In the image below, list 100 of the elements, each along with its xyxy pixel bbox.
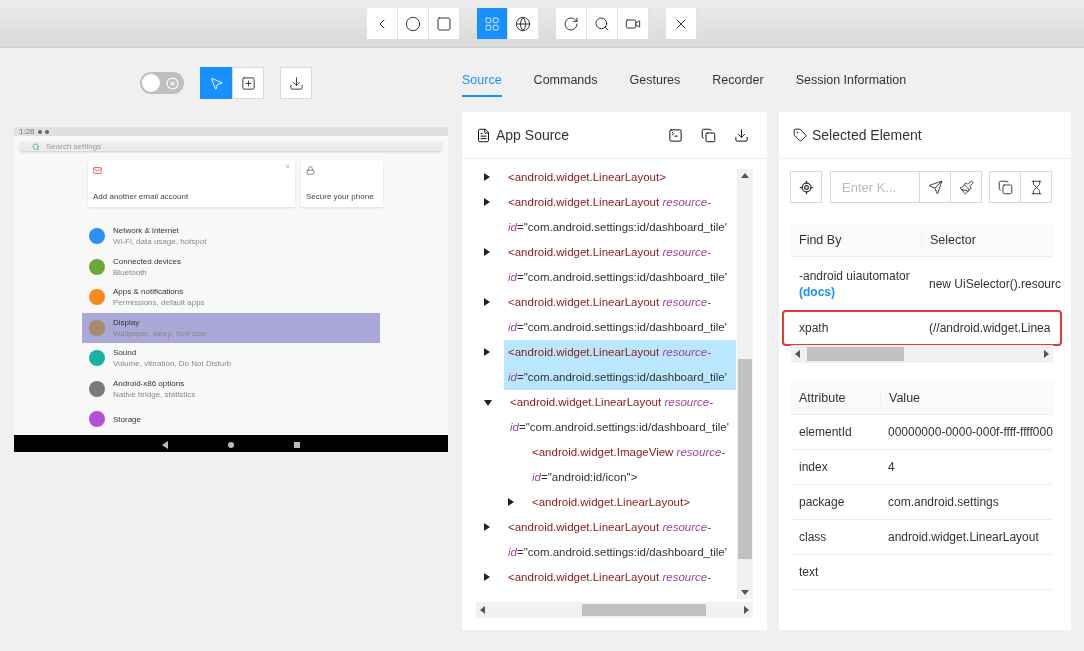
item-subtitle: Wallpaper, sleep, font size: [113, 328, 207, 338]
globe-icon: [515, 15, 531, 32]
caret-icon[interactable]: [484, 573, 490, 581]
tree-node[interactable]: <android.widget.LinearLayout resource-id="com.android.settings:id/dashboard_tile': [504, 340, 736, 390]
pointer-select-icon: [208, 75, 224, 91]
table-cell-text: -android uiautomator: [799, 268, 911, 283]
caret-icon[interactable]: [484, 348, 490, 356]
globe-button[interactable]: [508, 8, 539, 39]
tree-node[interactable]: <android.widget.LinearLayout resource-id="com.android.settings:id/dashboard_tile': [504, 190, 736, 240]
tree-node[interactable]: <android.widget.LinearLayout resource-id="com.android.settings:id/dashboard_tile': [504, 515, 736, 565]
tree-node[interactable]: <android.widget.LinearLayout resource-id="com.android.settings:id/dashboard_tile': [504, 290, 736, 340]
terminal-icon[interactable]: [668, 127, 683, 143]
table-cell-text: text: [798, 565, 820, 579]
caret-icon[interactable]: [508, 498, 514, 506]
column-header: Value: [880, 390, 1053, 405]
table-cell-text: elementId: [798, 425, 853, 439]
settings-item[interactable]: Android-x86 options Native bridge, statistics: [82, 373, 380, 404]
horizontal-scrollbar[interactable]: [791, 345, 1053, 363]
tab[interactable]: Commands: [533, 73, 598, 97]
search-icon: [594, 15, 610, 32]
table-cell-text: index: [798, 460, 829, 474]
close-circle-icon: [166, 76, 179, 90]
square-icon: [436, 15, 452, 32]
keys-input-field[interactable]: Enter K...: [830, 171, 920, 203]
caret-icon[interactable]: [484, 173, 490, 181]
download-icon: [288, 75, 304, 91]
brush-icon: [958, 179, 974, 195]
settings-item[interactable]: Apps & notifications Permissions, default apps: [82, 282, 380, 313]
locate-icon: [798, 179, 814, 195]
table-cell-text: 00000000-0000-000f-ffff-ffff000: [887, 425, 1053, 439]
caret-icon[interactable]: [484, 298, 490, 306]
panel-title: App Source: [496, 127, 571, 143]
table-cell-text: xpath: [798, 320, 830, 335]
tree-node[interactable]: <android.widget.LinearLayout>: [528, 490, 736, 515]
item-subtitle: Permissions, default apps: [113, 298, 205, 308]
home-icon: [405, 15, 421, 32]
column-header: Find By: [798, 232, 843, 247]
item-title: Sound: [113, 348, 138, 358]
mail-icon: [93, 166, 102, 175]
tab[interactable]: Recorder: [712, 73, 764, 97]
table-cell-text: class: [798, 530, 828, 544]
item-title: Display: [113, 317, 141, 327]
tree-node[interactable]: <android.widget.LinearLayout resource-: [504, 565, 736, 590]
tree-node[interactable]: <android.widget.LinearLayout resource-id="com.android.settings:id/dashboard_tile': [506, 390, 736, 440]
plus-square-icon: [240, 75, 256, 91]
caret-icon[interactable]: [484, 523, 490, 531]
lock-icon: [306, 166, 315, 175]
table-cell-text: 4: [887, 460, 896, 474]
settings-item[interactable]: Network & internet Wi-Fi, data usage, hotspot: [82, 221, 380, 252]
locate-button[interactable]: [790, 171, 822, 203]
toggle-switch[interactable]: [140, 72, 184, 94]
suggestion-card[interactable]: Add another email account: [88, 160, 295, 207]
tree-node[interactable]: <android.widget.ImageView resource-id="android:id/icon">: [528, 440, 736, 490]
suggestion-card[interactable]: Secure your phone: [301, 160, 383, 207]
table-cell-text: new UiSelector().resourc: [928, 276, 1062, 291]
caret-icon[interactable]: [484, 198, 490, 206]
caret-icon[interactable]: [484, 400, 492, 406]
copy-button[interactable]: [989, 171, 1021, 203]
search-button[interactable]: [587, 8, 618, 39]
send-keys-button[interactable]: [919, 171, 951, 203]
card-title: Secure your phone: [306, 192, 375, 201]
home-icon[interactable]: [228, 441, 234, 448]
table-cell-text: com.android.settings: [887, 495, 1000, 509]
refresh-button[interactable]: [556, 8, 587, 39]
settings-item[interactable]: Storage: [82, 404, 380, 435]
download-icon[interactable]: [734, 127, 749, 143]
recents-icon[interactable]: [294, 441, 300, 448]
download-button[interactable]: [280, 67, 312, 99]
column-header: Attribute: [798, 390, 847, 405]
horizontal-scrollbar[interactable]: [476, 602, 753, 618]
column-header: Selector: [921, 232, 1053, 247]
item-title: Apps & notifications: [113, 287, 185, 297]
vertical-scrollbar[interactable]: [737, 169, 753, 599]
clear-button[interactable]: [950, 171, 982, 203]
tab[interactable]: Session Information: [795, 73, 907, 97]
item-subtitle: Volume, vibration, Do Not Disturb: [113, 359, 232, 369]
file-icon: [476, 127, 491, 143]
caret-icon[interactable]: [484, 248, 490, 256]
card-title: Add another email account: [93, 192, 190, 201]
item-subtitle: Native bridge, statistics: [113, 389, 196, 399]
status-time: 1:28: [19, 127, 35, 136]
item-title: Connected devices: [113, 256, 182, 266]
tree-node[interactable]: <android.widget.LinearLayout resource-id="com.android.settings:id/dashboard_tile': [504, 240, 736, 290]
home-button[interactable]: [398, 8, 429, 39]
grid-icon: [484, 15, 500, 32]
send-icon: [927, 179, 943, 195]
timing-button[interactable]: [1020, 171, 1052, 203]
back-icon[interactable]: [162, 440, 168, 449]
tab[interactable]: Gestures: [629, 73, 681, 97]
video-camera-button[interactable]: [618, 8, 649, 39]
tag-icon: [793, 128, 807, 142]
tree-node[interactable]: <android.widget.LinearLayout>: [504, 165, 736, 190]
table-cell-text: (//android.widget.Linea: [928, 320, 1052, 335]
settings-item[interactable]: Sound Volume, vibration, Do Not Disturb: [82, 343, 380, 374]
settings-item[interactable]: Connected devices Bluetooth: [82, 251, 380, 282]
item-title: Network & internet: [113, 226, 180, 236]
item-subtitle: Wi-Fi, data usage, hotspot: [113, 237, 207, 247]
settings-item[interactable]: Display Wallpaper, sleep, font size: [82, 312, 380, 343]
copy-icon[interactable]: [701, 127, 716, 143]
item-title: Storage: [113, 414, 142, 424]
